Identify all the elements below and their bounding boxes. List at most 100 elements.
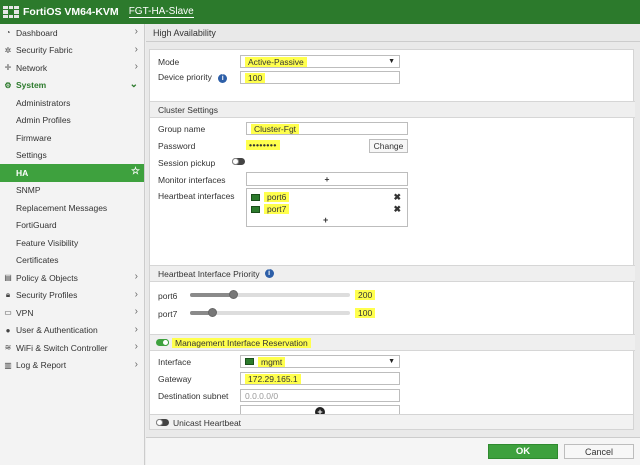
port-icon <box>251 194 260 202</box>
star-icon[interactable]: ☆ <box>131 166 140 177</box>
security-fabric-icon: ✲ <box>4 45 12 55</box>
gear-icon: ⚙ <box>4 80 12 90</box>
add-heartbeat-interface-button[interactable]: + <box>323 215 328 225</box>
group-name-value: Cluster-Fgt <box>251 123 300 134</box>
heartbeat-interfaces-list[interactable]: port6 ✖ port7 ✖ + <box>246 188 408 227</box>
interface-label: Interface <box>158 357 192 367</box>
sidebar-item-dashboard[interactable]: ◔ Dashboard › <box>0 24 144 42</box>
info-icon[interactable]: i <box>218 74 228 83</box>
sidebar-subitem-feature-visibility[interactable]: Feature Visibility <box>0 234 144 252</box>
sidebar-subitem-label: Admin Profiles <box>16 115 71 126</box>
sidebar-subitem-ha[interactable]: HA ☆ <box>0 164 144 182</box>
port7-priority-value[interactable]: 100 <box>355 308 376 318</box>
device-priority-input[interactable]: 100 <box>240 71 400 84</box>
heartbeat-interface-item[interactable]: port6 ✖ <box>251 192 405 203</box>
chevron-right-icon: › <box>134 43 138 55</box>
sidebar-item-vpn[interactable]: ▭ VPN › <box>0 304 144 322</box>
footer-bar: OK Cancel <box>146 437 640 465</box>
dropdown-arrow-icon: ▼ <box>388 58 395 65</box>
ha-settings-panel: Mode Active-Passive ▼ Device priority i … <box>149 49 635 430</box>
sidebar-subitem-snmp[interactable]: SNMP <box>0 182 144 200</box>
sidebar-item-network[interactable]: ✛ Network › <box>0 59 144 77</box>
heartbeat-priority-header: Heartbeat Interface Priority i <box>150 265 635 282</box>
sidebar-item-security-profiles[interactable]: 🔒︎ Security Profiles › <box>0 287 144 305</box>
port6-priority-slider[interactable] <box>190 290 350 299</box>
session-pickup-toggle[interactable] <box>232 158 245 165</box>
sidebar-subitem-admin-profiles[interactable]: Admin Profiles <box>0 112 144 130</box>
main-content: High Availability Mode Active-Passive ▼ … <box>146 24 640 465</box>
cluster-settings-header: Cluster Settings <box>150 101 635 118</box>
user-icon: ● <box>5 325 11 335</box>
session-pickup-label: Session pickup <box>158 158 216 168</box>
gateway-label: Gateway <box>158 374 192 384</box>
gateway-input[interactable]: 172.29.165.1 <box>240 372 400 385</box>
change-password-button[interactable]: Change <box>369 139 408 153</box>
sidebar-item-user-authentication[interactable]: ● User & Authentication › <box>0 322 144 340</box>
sidebar-item-wifi-switch[interactable]: ≋ WiFi & Switch Controller › <box>0 339 144 357</box>
sidebar-subitem-label: SNMP <box>16 185 41 196</box>
heartbeat-interface-item[interactable]: port7 ✖ <box>251 204 405 215</box>
log-icon: ▥ <box>4 360 12 370</box>
chevron-down-icon: ⌄ <box>129 78 138 90</box>
destination-subnet-label: Destination subnet <box>158 391 229 401</box>
wifi-icon: ≋ <box>4 343 12 353</box>
port7-priority-label: port7 <box>158 309 178 319</box>
chevron-right-icon: › <box>134 341 138 352</box>
sidebar-subitem-label: HA <box>16 167 29 178</box>
fortinet-logo: FortiOS VM64-KVM <box>3 6 119 18</box>
sidebar-subitem-label: FortiGuard <box>16 220 57 231</box>
chevron-right-icon: › <box>134 288 138 300</box>
chevron-right-icon: › <box>134 271 138 282</box>
sidebar: ◔ Dashboard › ✲ Security Fabric › ✛ Netw… <box>0 24 145 465</box>
group-name-input[interactable]: Cluster-Fgt <box>246 122 408 135</box>
chevron-right-icon: › <box>134 323 138 335</box>
mode-label: Mode <box>158 57 180 67</box>
info-icon[interactable]: i <box>264 269 274 278</box>
remove-icon[interactable]: ✖ <box>393 204 401 215</box>
chevron-right-icon: › <box>134 306 138 317</box>
sidebar-item-label: Log & Report <box>16 360 67 371</box>
mgmt-reservation-header: Management Interface Reservation <box>150 334 635 351</box>
unicast-heartbeat-label: Unicast Heartbeat <box>173 418 242 428</box>
fortinet-logo-icon <box>3 6 19 18</box>
page-title: High Availability <box>153 28 216 38</box>
sidebar-subitem-firmware[interactable]: Firmware <box>0 129 144 147</box>
lock-icon: 🔒︎ <box>5 290 11 300</box>
chevron-right-icon: › <box>134 358 138 370</box>
sidebar-subitem-administrators[interactable]: Administrators <box>0 94 144 112</box>
sidebar-item-label: User & Authentication <box>16 325 98 336</box>
port7-priority-slider[interactable] <box>190 308 350 317</box>
mode-select[interactable]: Active-Passive ▼ <box>240 55 400 68</box>
sidebar-item-system[interactable]: ⚙ System ⌄ <box>0 77 144 95</box>
ok-button[interactable]: OK <box>488 444 558 459</box>
sidebar-item-label: Policy & Objects <box>16 272 78 283</box>
sidebar-subitem-replacement-messages[interactable]: Replacement Messages <box>0 199 144 217</box>
sidebar-subitem-label: Administrators <box>16 97 71 108</box>
sidebar-subitem-fortiguard[interactable]: FortiGuard <box>0 217 144 235</box>
sidebar-subitem-label: Settings <box>16 150 47 161</box>
sidebar-item-log-report[interactable]: ▥ Log & Report › <box>0 357 144 375</box>
remove-icon[interactable]: ✖ <box>393 192 401 203</box>
port6-priority-value[interactable]: 200 <box>355 290 376 300</box>
hostname-link[interactable]: FGT-HA-Slave <box>128 6 194 18</box>
cancel-button[interactable]: Cancel <box>564 444 634 459</box>
heartbeat-interfaces-label: Heartbeat interfaces <box>158 191 235 201</box>
slider-handle[interactable] <box>229 290 238 299</box>
interface-select[interactable]: mgmt ▼ <box>240 355 400 368</box>
unicast-heartbeat-toggle[interactable] <box>156 419 169 426</box>
port-icon <box>245 358 254 365</box>
slider-handle[interactable] <box>208 308 217 317</box>
device-priority-text: Device priority <box>158 72 212 82</box>
dashboard-icon: ◔ <box>5 28 11 38</box>
destination-subnet-placeholder: 0.0.0.0/0 <box>245 390 279 401</box>
sidebar-subitem-settings[interactable]: Settings <box>0 147 144 165</box>
sidebar-item-security-fabric[interactable]: ✲ Security Fabric › <box>0 42 144 60</box>
sidebar-item-policy-objects[interactable]: ▤ Policy & Objects › <box>0 269 144 287</box>
destination-subnet-input[interactable]: 0.0.0.0/0 <box>240 389 400 402</box>
mgmt-reservation-title: Management Interface Reservation <box>172 337 311 348</box>
group-name-label: Group name <box>158 124 206 134</box>
monitor-interfaces-add[interactable]: + <box>246 172 408 186</box>
sidebar-subitem-certificates[interactable]: Certificates <box>0 252 144 270</box>
mgmt-reservation-toggle[interactable] <box>156 339 169 346</box>
app-title: FortiOS VM64-KVM <box>23 6 119 18</box>
